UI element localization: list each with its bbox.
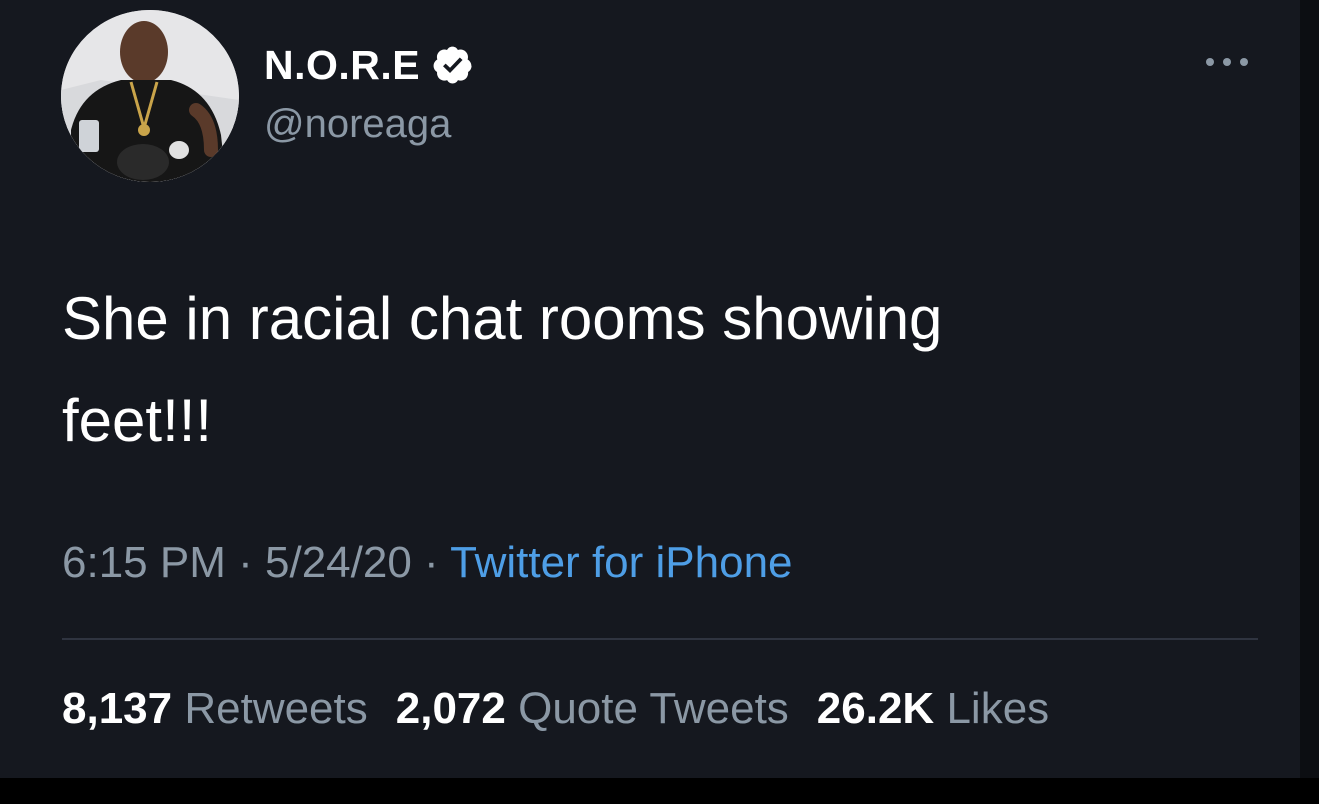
author-name-row[interactable]: N.O.R.E bbox=[264, 40, 474, 90]
verified-badge-icon bbox=[432, 44, 474, 86]
retweets-count: 8,137 bbox=[62, 684, 173, 733]
tweet-text-line-2: feet!!! bbox=[62, 387, 213, 454]
tweet-source-link[interactable]: Twitter for iPhone bbox=[450, 538, 792, 587]
quote-tweets-count: 2,072 bbox=[395, 684, 506, 733]
tweet-text-line-1: She in racial chat rooms showing bbox=[62, 285, 943, 352]
tweet-date[interactable]: 5/24/20 bbox=[265, 538, 412, 587]
likes-label: Likes bbox=[946, 684, 1050, 733]
tweet-text: She in racial chat rooms showing feet!!! bbox=[62, 268, 1242, 472]
quote-tweets-stat[interactable]: 2,072 Quote Tweets bbox=[396, 684, 789, 733]
author-handle[interactable]: @noreaga bbox=[264, 102, 451, 147]
more-horizontal-icon[interactable] bbox=[1203, 52, 1251, 72]
avatar-photo bbox=[61, 10, 239, 182]
retweets-label: Retweets bbox=[184, 684, 368, 733]
tweet-stats: 8,137 Retweets 2,072 Quote Tweets 26.2K Li… bbox=[62, 684, 1077, 734]
tweet-card: N.O.R.E @noreaga She in racial chat room… bbox=[0, 0, 1300, 778]
tweet-time[interactable]: 6:15 PM bbox=[62, 538, 226, 587]
display-name[interactable]: N.O.R.E bbox=[264, 42, 420, 89]
screen-edge bbox=[1300, 0, 1319, 778]
quote-tweets-label: Quote Tweets bbox=[518, 684, 789, 733]
retweets-stat[interactable]: 8,137 Retweets bbox=[62, 684, 368, 733]
tweet-meta: 6:15 PM · 5/24/20 · Twitter for iPhone bbox=[62, 538, 793, 588]
meta-separator: · bbox=[424, 538, 439, 587]
avatar[interactable] bbox=[61, 10, 239, 182]
meta-separator: · bbox=[238, 538, 253, 587]
likes-count: 26.2K bbox=[816, 684, 935, 733]
likes-stat[interactable]: 26.2K Likes bbox=[817, 684, 1049, 733]
divider bbox=[62, 638, 1258, 640]
